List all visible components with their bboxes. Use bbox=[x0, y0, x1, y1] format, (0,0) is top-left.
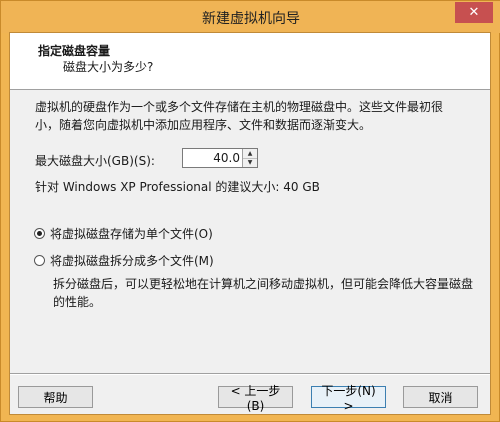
cancel-button[interactable]: 取消 bbox=[403, 386, 478, 408]
split-description: 拆分磁盘后，可以更轻松地在计算机之间移动虚拟机，但可能会降低大容量磁盘的性能。 bbox=[53, 277, 474, 309]
window-title: 新建虚拟机向导 bbox=[202, 11, 300, 27]
stepper-buttons: ▲ ▼ bbox=[242, 149, 257, 167]
disk-size-stepper[interactable]: 40.0 ▲ ▼ bbox=[182, 148, 258, 168]
split-files-label[interactable]: 将虚拟磁盘拆分成多个文件(M) bbox=[50, 252, 214, 269]
recommended-size-text: 针对 Windows XP Professional 的建议大小: 40 GB bbox=[35, 180, 320, 194]
stepper-down-button[interactable]: ▼ bbox=[243, 158, 257, 167]
radio-split-files[interactable] bbox=[34, 255, 45, 266]
disk-size-input[interactable]: 40.0 bbox=[183, 151, 240, 165]
page-subtitle: 磁盘大小为多少? bbox=[63, 60, 154, 74]
chevron-down-icon: ▼ bbox=[247, 159, 253, 166]
disk-size-label: 最大磁盘大小(GB)(S): bbox=[35, 154, 155, 168]
split-files-option[interactable]: 将虚拟磁盘拆分成多个文件(M) bbox=[34, 252, 214, 269]
back-button[interactable]: < 上一步(B) bbox=[218, 384, 293, 413]
next-button[interactable]: 下一步(N) > bbox=[311, 384, 386, 413]
single-file-label[interactable]: 将虚拟磁盘存储为单个文件(O) bbox=[50, 225, 213, 242]
title-bar[interactable]: 新建虚拟机向导 ✕ bbox=[1, 1, 500, 33]
footer-separator bbox=[10, 373, 490, 375]
wizard-header: 指定磁盘容量 磁盘大小为多少? bbox=[10, 33, 490, 90]
chevron-up-icon: ▲ bbox=[247, 150, 253, 157]
close-icon: ✕ bbox=[468, 5, 480, 20]
wizard-body: 指定磁盘容量 磁盘大小为多少? 虚拟机的硬盘作为一个或多个文件存储在主机的物理磁… bbox=[9, 32, 491, 415]
radio-single-file[interactable] bbox=[34, 228, 45, 239]
wizard-window: 新建虚拟机向导 ✕ 指定磁盘容量 磁盘大小为多少? 虚拟机的硬盘作为一个或多个文… bbox=[0, 0, 500, 422]
page-title: 指定磁盘容量 bbox=[38, 44, 111, 58]
single-file-option[interactable]: 将虚拟磁盘存储为单个文件(O) bbox=[34, 225, 213, 242]
close-button[interactable]: ✕ bbox=[455, 2, 493, 23]
help-button[interactable]: 帮助 bbox=[18, 386, 93, 408]
intro-text: 虚拟机的硬盘作为一个或多个文件存储在主机的物理磁盘中。这些文件最初很小，随着您向… bbox=[35, 100, 444, 132]
